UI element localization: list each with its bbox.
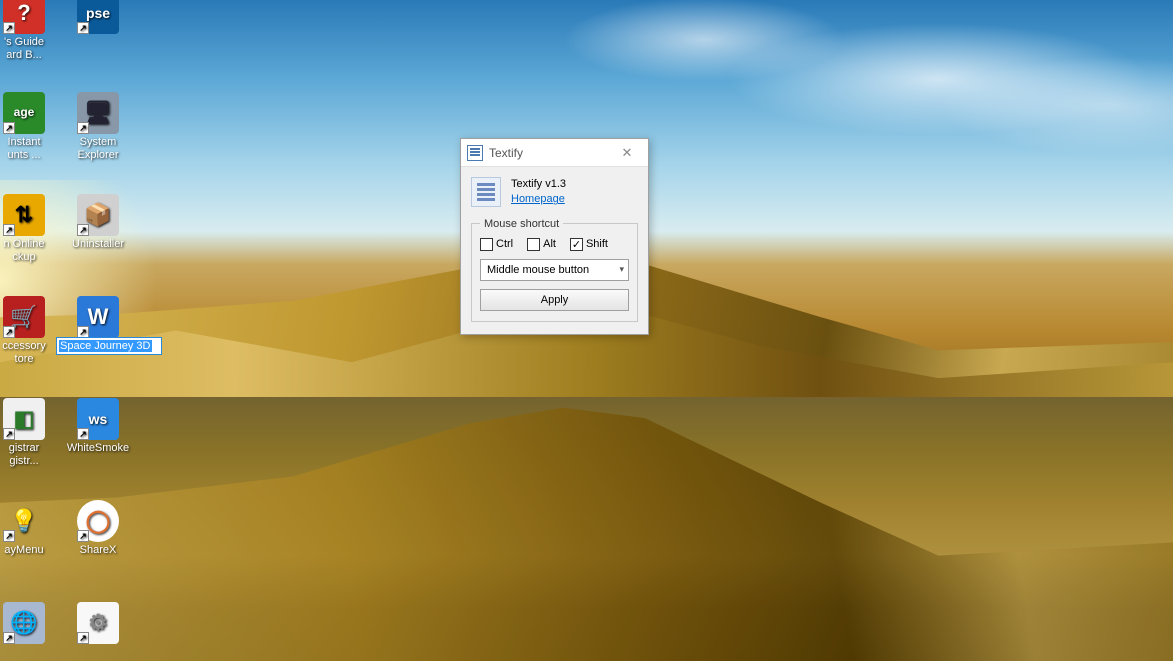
- textify-capture-text: Space Journey 3D: [59, 340, 152, 352]
- shortcut-overlay-icon: ↗: [77, 122, 89, 134]
- homepage-link[interactable]: Homepage: [511, 193, 565, 205]
- desktop-icon-whitesmoke[interactable]: ws↗ WhiteSmoke: [60, 398, 136, 455]
- desktop-icon-uninst[interactable]: 📦↗ Uninstaller: [60, 194, 136, 251]
- desktop-icon-label: 's Guide ard B...: [4, 36, 44, 61]
- mouse-button-value: Middle mouse button: [487, 264, 589, 276]
- titlebar[interactable]: Textify ✕: [461, 139, 648, 167]
- shortcut-overlay-icon: ↗: [3, 428, 15, 440]
- ctrl-label: Ctrl: [496, 238, 513, 250]
- desktop-icon-registrar[interactable]: ◧↗gistrar gistr...: [0, 398, 62, 467]
- ctrl-checkbox-box: [480, 238, 493, 251]
- pse-icon: pse↗: [77, 0, 119, 34]
- aymenu-icon: 💡↗: [3, 500, 45, 542]
- guide-icon: ?↗: [3, 0, 45, 34]
- alt-label: Alt: [543, 238, 556, 250]
- desktop-icon-aymenu[interactable]: 💡↗ ayMenu: [0, 500, 62, 557]
- whitesmoke-icon: ws↗: [77, 398, 119, 440]
- shortcut-overlay-icon: ↗: [77, 530, 89, 542]
- desktop-icon-instant[interactable]: age↗Instant unts ...: [0, 92, 62, 161]
- desktop-icon-label: WhiteSmoke: [67, 442, 129, 455]
- instant-icon: age↗: [3, 92, 45, 134]
- shortcut-overlay-icon: ↗: [3, 22, 15, 34]
- online-icon: ⇅↗: [3, 194, 45, 236]
- textify-app-icon: [467, 145, 483, 161]
- mouse-button-select[interactable]: Middle mouse button ▾: [480, 259, 629, 281]
- desktop-icon-pse[interactable]: pse↗: [60, 0, 136, 36]
- bottom2-icon: ⚙↗: [77, 602, 119, 644]
- apply-button[interactable]: Apply: [480, 289, 629, 311]
- desktop-icon-label: gistrar gistr...: [9, 442, 40, 467]
- desktop-icon-label: System Explorer: [78, 136, 119, 161]
- registrar-icon: ◧↗: [3, 398, 45, 440]
- shift-checkbox-box: ✓: [570, 238, 583, 251]
- close-button[interactable]: ✕: [612, 143, 642, 163]
- shift-checkbox[interactable]: ✓ Shift: [570, 238, 608, 251]
- mouse-shortcut-group: Mouse shortcut Ctrl Alt ✓ Shift Middle m…: [471, 218, 638, 322]
- window-title: Textify: [489, 146, 612, 160]
- space3d-icon: W↗: [77, 296, 119, 338]
- shortcut-overlay-icon: ↗: [3, 326, 15, 338]
- shift-label: Shift: [586, 238, 608, 250]
- textify-window: Textify ✕ Textify v1.3 Homepage Mouse sh…: [460, 138, 649, 335]
- chevron-down-icon: ▾: [619, 264, 624, 275]
- alt-checkbox-box: [527, 238, 540, 251]
- desktop-icon-online[interactable]: ⇅↗n Online ckup: [0, 194, 62, 263]
- desktop-icon-sysexp[interactable]: 🖥↗System Explorer: [60, 92, 136, 161]
- shortcut-overlay-icon: ↗: [77, 224, 89, 236]
- shortcut-overlay-icon: ↗: [3, 122, 15, 134]
- desktop-icon-accessory[interactable]: 🛒↗ccessory tore: [0, 296, 62, 365]
- desktop-icon-guide[interactable]: ?↗'s Guide ard B...: [0, 0, 62, 61]
- alt-checkbox[interactable]: Alt: [527, 238, 556, 251]
- desktop-icon-label: ShareX: [80, 544, 117, 557]
- close-icon: ✕: [622, 145, 633, 161]
- desktop-icon-label: n Online ckup: [4, 238, 45, 263]
- shortcut-overlay-icon: ↗: [77, 632, 89, 644]
- desktop-icon-label: Instant unts ...: [7, 136, 40, 161]
- shortcut-overlay-icon: ↗: [77, 22, 89, 34]
- accessory-icon: 🛒↗: [3, 296, 45, 338]
- desktop-icon-label: ayMenu: [4, 544, 43, 557]
- ctrl-checkbox[interactable]: Ctrl: [480, 238, 513, 251]
- mouse-shortcut-legend: Mouse shortcut: [480, 218, 563, 230]
- desktop-icon-sharex[interactable]: ◯↗ ShareX: [60, 500, 136, 557]
- desktop-icon-bottom2[interactable]: ⚙↗: [60, 602, 136, 646]
- shortcut-overlay-icon: ↗: [3, 632, 15, 644]
- shortcut-overlay-icon: ↗: [3, 224, 15, 236]
- sysexp-icon: 🖥↗: [77, 92, 119, 134]
- desktop-icon-label: ccessory tore: [2, 340, 45, 365]
- sharex-icon: ◯↗: [77, 500, 119, 542]
- desktop-icon-bottom1[interactable]: 🌐↗: [0, 602, 62, 646]
- textify-capture-field[interactable]: Space Journey 3D: [56, 337, 162, 355]
- shortcut-overlay-icon: ↗: [77, 428, 89, 440]
- desktop-icon-label: Uninstaller: [72, 238, 124, 251]
- textify-logo-icon: [471, 177, 501, 207]
- uninst-icon: 📦↗: [77, 194, 119, 236]
- shortcut-overlay-icon: ↗: [3, 530, 15, 542]
- bottom1-icon: 🌐↗: [3, 602, 45, 644]
- app-version-label: Textify v1.3: [511, 177, 566, 192]
